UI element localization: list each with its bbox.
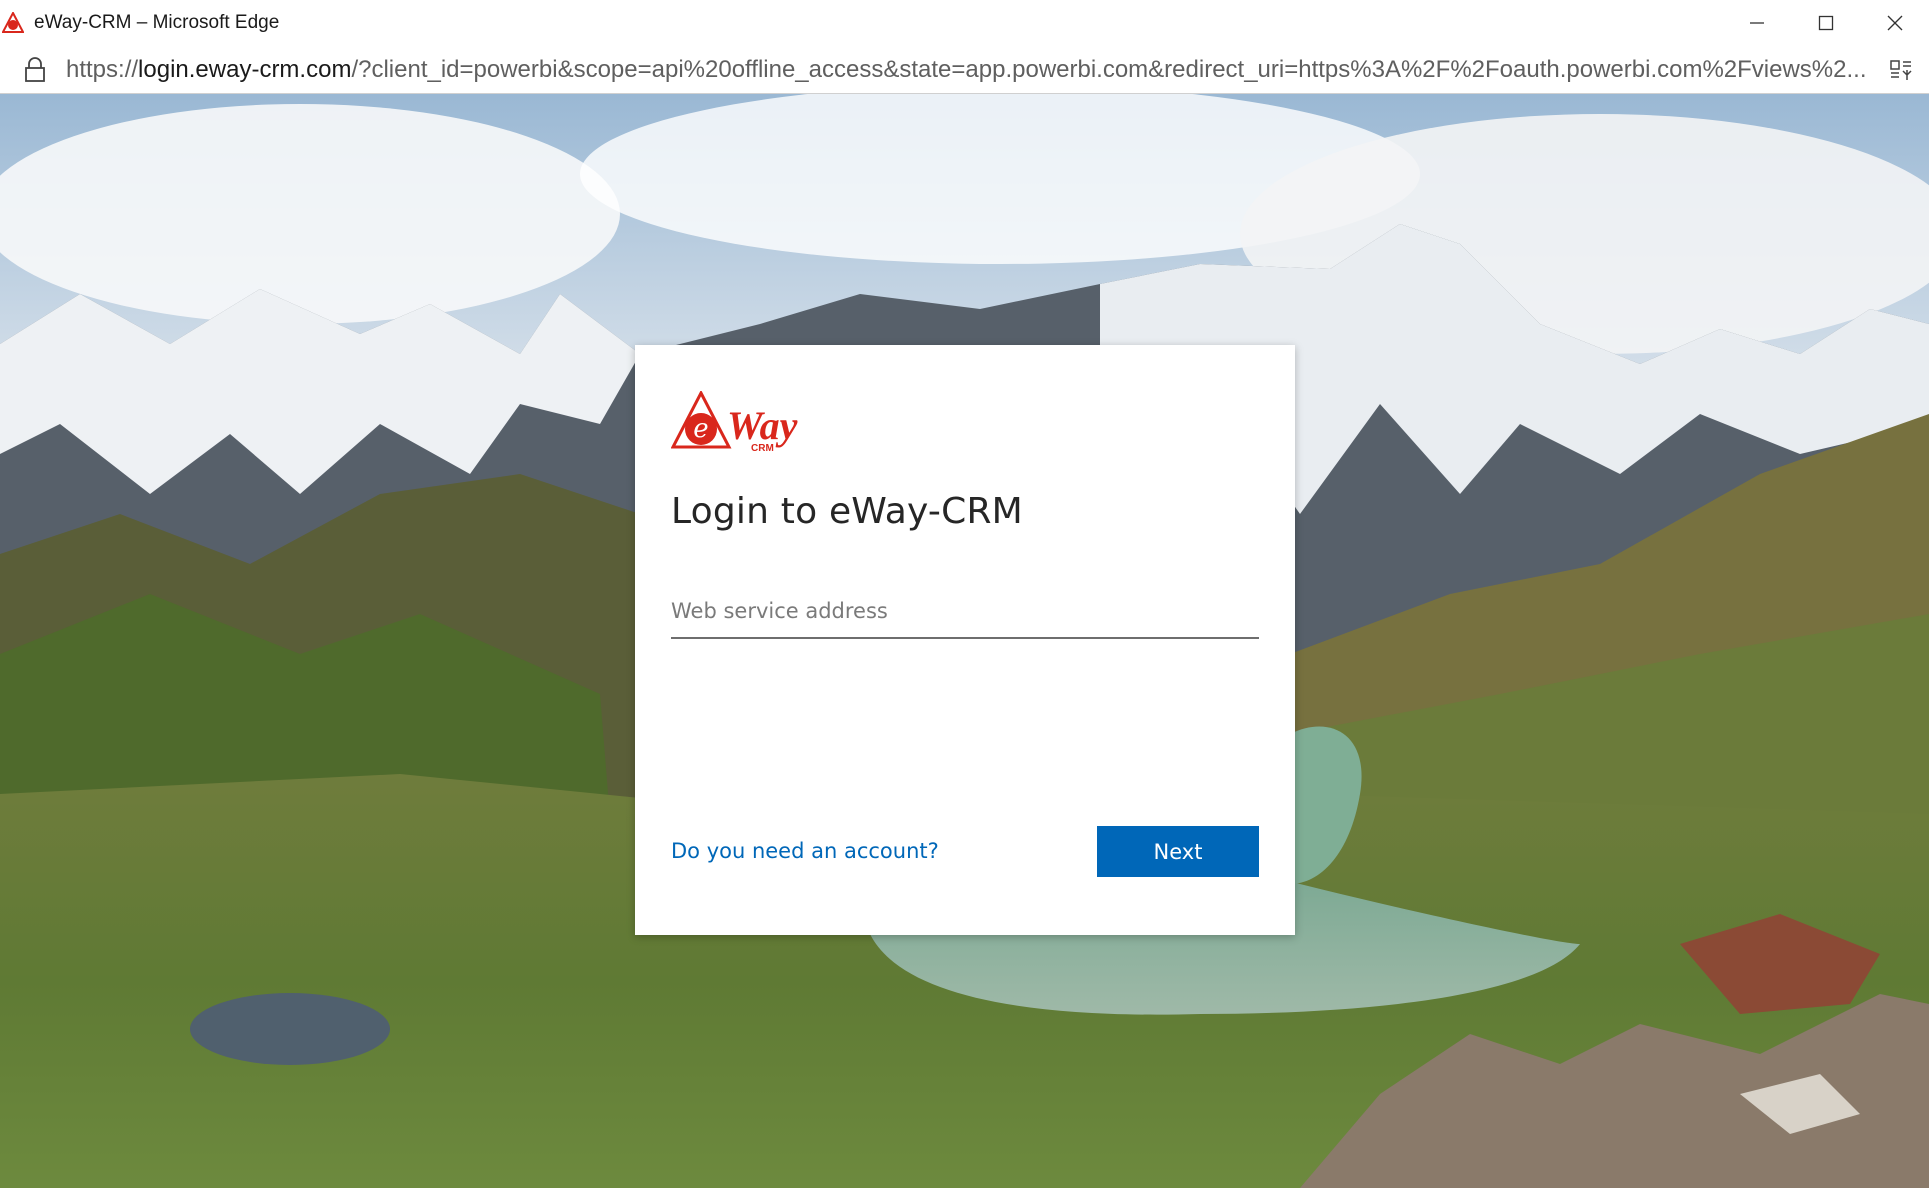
address-bar[interactable]: https://login.eway-crm.com/?client_id=po… [0,46,1929,94]
url-host: login.eway-crm.com [138,55,352,83]
eway-crm-logo: e Way CRM [670,389,821,457]
need-account-link[interactable]: Do you need an account? [671,839,939,863]
web-service-address-input[interactable] [671,585,1259,639]
close-button[interactable] [1860,0,1929,46]
svg-text:Way: Way [727,403,798,448]
svg-text:e: e [693,414,708,444]
next-button[interactable]: Next [1097,826,1259,877]
maximize-button[interactable] [1791,0,1860,46]
minimize-icon [1749,22,1764,24]
reading-view-icon[interactable] [1887,56,1915,84]
url-scheme: https:// [66,55,139,83]
page-title: Login to eWay-CRM [671,491,1023,532]
maximize-icon [1818,15,1833,31]
login-card: e Way CRM Login to eWay-CRM Do you need … [635,345,1295,935]
svg-text:CRM: CRM [751,443,774,454]
web-service-field [671,585,1259,639]
url-path: /?client_id=powerbi&scope=api%20offline_… [351,55,1866,83]
close-icon [1887,15,1902,31]
eway-logo-icon [2,12,24,34]
title-bar: eWay-CRM – Microsoft Edge [0,0,1929,46]
browser-window: eWay-CRM – Microsoft Edge https://login.… [0,0,1929,1188]
url-text[interactable]: https://login.eway-crm.com/?client_id=po… [66,56,1866,84]
lock-icon[interactable] [24,56,46,83]
minimize-button[interactable] [1722,0,1791,46]
window-controls [1722,0,1929,46]
window-title: eWay-CRM – Microsoft Edge [34,12,280,33]
